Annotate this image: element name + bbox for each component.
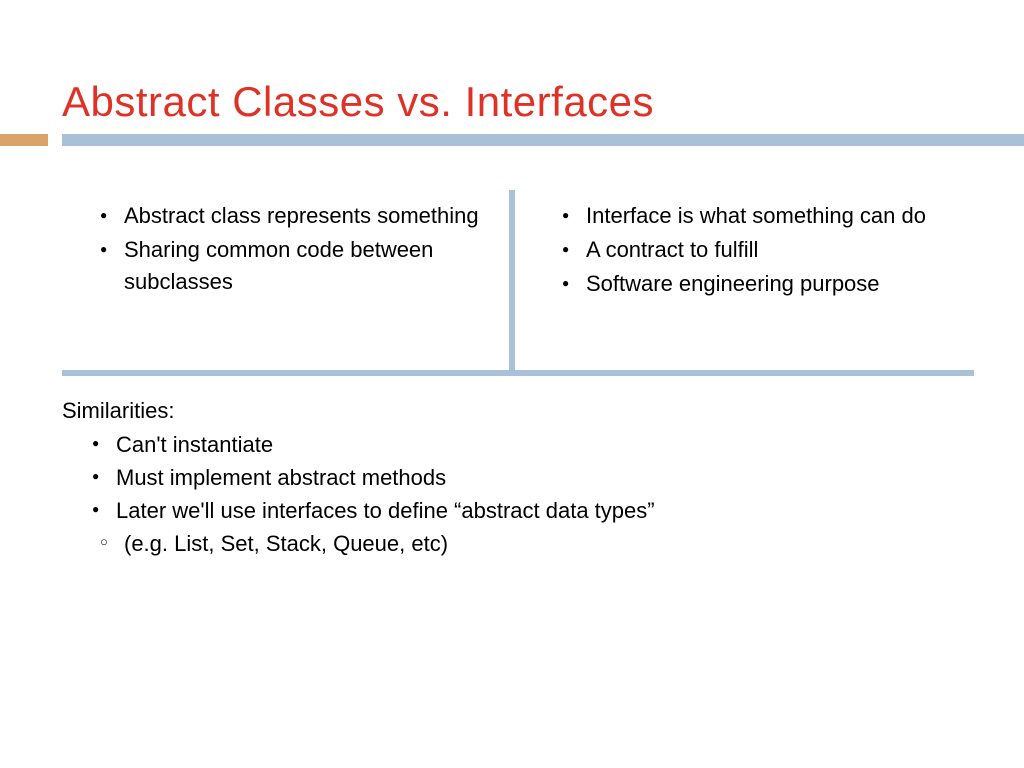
similarities-heading: Similarities: (62, 398, 974, 424)
similarities-section: Similarities: Can't instantiate Must imp… (62, 398, 974, 560)
list-item: Sharing common code between subclasses (100, 234, 502, 298)
title-underline (0, 134, 1024, 146)
slide-title: Abstract Classes vs. Interfaces (0, 0, 1024, 126)
list-item: A contract to fulfill (562, 234, 964, 266)
list-item: Interface is what something can do (562, 200, 964, 232)
left-column: Abstract class represents something Shar… (60, 195, 522, 302)
list-item: Must implement abstract methods (92, 461, 974, 494)
horizontal-divider (62, 370, 974, 376)
list-item: Can't instantiate (92, 428, 974, 461)
vertical-divider (509, 190, 515, 370)
underline-bar (62, 134, 1024, 146)
list-item: Abstract class represents something (100, 200, 502, 232)
right-column: Interface is what something can do A con… (522, 195, 984, 302)
accent-block (0, 134, 48, 146)
list-item: Later we'll use interfaces to define “ab… (92, 494, 974, 527)
comparison-row: Abstract class represents something Shar… (60, 195, 984, 302)
list-item: Software engineering purpose (562, 268, 964, 300)
sub-list-item: (e.g. List, Set, Stack, Queue, etc) (100, 527, 974, 560)
